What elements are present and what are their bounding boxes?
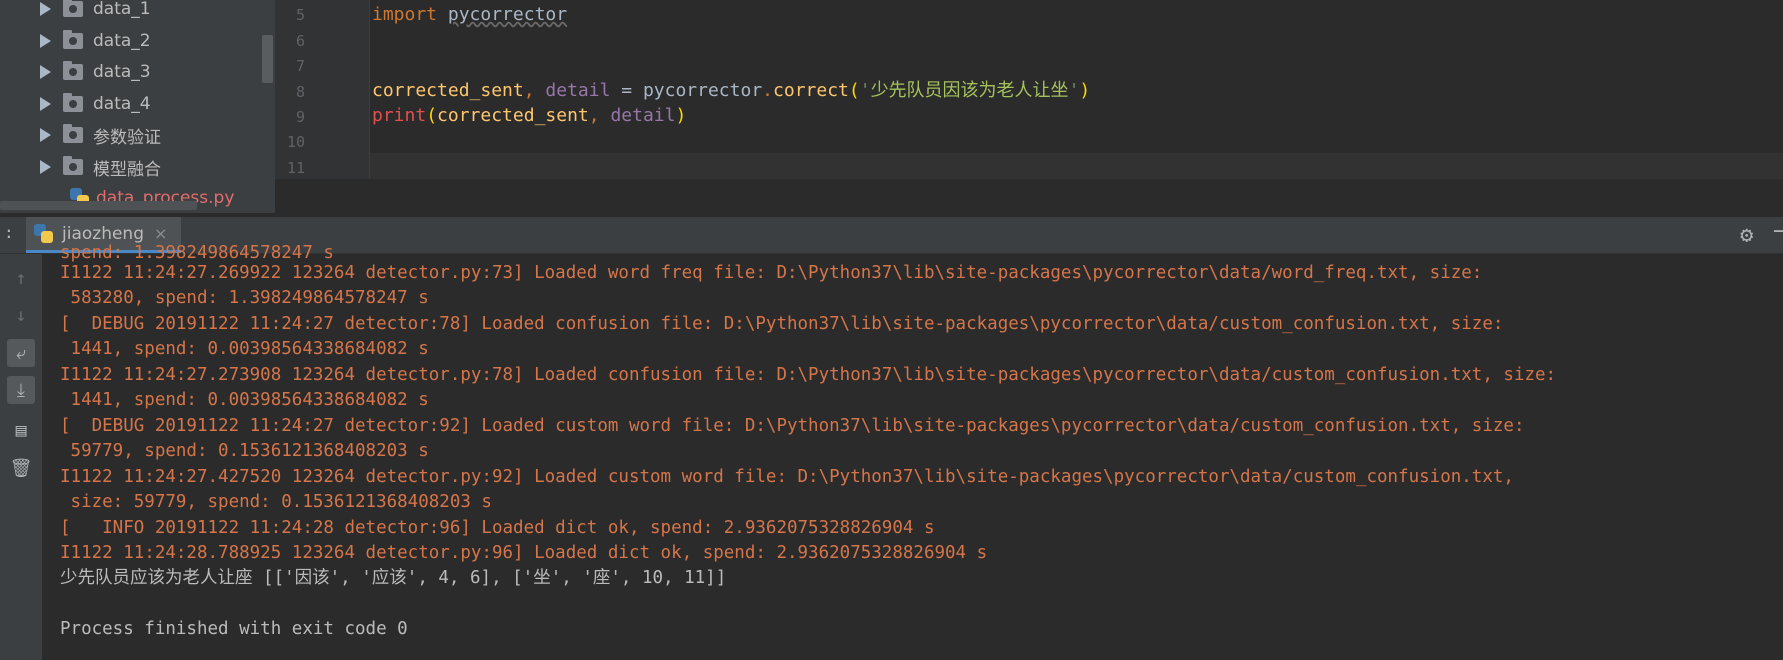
- code-line-8[interactable]: corrected_sent, detail = pycorrector.cor…: [372, 78, 1090, 104]
- arg-corrected-sent: corrected_sent: [437, 105, 589, 126]
- python-run-icon: [34, 223, 54, 244]
- line-number: 8: [295, 83, 305, 101]
- console-line: I1122 11:24:27.273908 123264 detector.py…: [60, 365, 1557, 385]
- code-line-9[interactable]: print(corrected_sent, detail): [372, 103, 686, 129]
- comma: ,: [523, 80, 546, 101]
- line-number: 11: [286, 159, 305, 177]
- expand-arrow-icon[interactable]: [40, 65, 51, 79]
- tree-horizontal-scrollbar[interactable]: [0, 201, 197, 210]
- line-number: 7: [295, 57, 305, 75]
- quote-close: ': [1068, 80, 1080, 101]
- tree-item-data-2[interactable]: data_2: [40, 28, 151, 54]
- expand-arrow-icon[interactable]: [40, 2, 51, 16]
- console-line: I1122 11:24:28.788925 123264 detector.py…: [60, 543, 988, 563]
- console-line: [ INFO 20191122 11:24:28 detector:96] Lo…: [60, 518, 935, 538]
- gear-icon[interactable]: ⚙: [1740, 223, 1753, 248]
- project-tree: data_1 data_2 data_3 data_4 参数验证 模型融合 da…: [0, 0, 275, 213]
- trash-icon[interactable]: 🗑: [7, 454, 35, 482]
- line-number: 6: [295, 32, 305, 50]
- minus-icon[interactable]: −: [1773, 219, 1783, 244]
- line-number: 9: [295, 108, 305, 126]
- console-line: I1122 11:24:27.269922 123264 detector.py…: [60, 263, 1483, 283]
- operator-assign: =: [610, 80, 643, 101]
- console-line: I1122 11:24:27.427520 123264 detector.py…: [60, 467, 1514, 487]
- tree-item-label: data_1: [93, 0, 151, 19]
- paren-open: (: [426, 105, 438, 126]
- console-toolbar: ↑ ↓ ⤶ ⤓ ▤ 🗑: [0, 254, 42, 660]
- run-console[interactable]: ↑ ↓ ⤶ ⤓ ▤ 🗑 spend: 1.398249864578247 s I…: [0, 243, 1783, 660]
- var-corrected-sent: corrected_sent: [372, 80, 524, 101]
- tree-item-model-fusion[interactable]: 模型融合: [40, 154, 161, 180]
- console-result-line: 少先队员应该为老人让座 [['因该', '应该', 4, 6], ['坐', '…: [60, 568, 727, 588]
- paren-open: (: [848, 80, 860, 101]
- tree-item-data-4[interactable]: data_4: [40, 91, 151, 117]
- module-name: pycorrector: [447, 4, 568, 25]
- dot: .: [762, 80, 774, 101]
- scroll-to-end-icon[interactable]: ⤓: [7, 376, 35, 404]
- console-line: 1441, spend: 0.00398564338684082 s: [60, 339, 429, 359]
- keyword-import: import: [372, 4, 438, 25]
- tree-item-label: data_2: [93, 31, 151, 51]
- code-editor[interactable]: 5 6 7 8 9 10 11 import pycorrector corre…: [275, 0, 1783, 179]
- tab-bar-colon: :: [4, 223, 14, 242]
- expand-arrow-icon[interactable]: [40, 160, 51, 174]
- tree-item-label: data_4: [93, 94, 151, 114]
- folder-icon: [63, 156, 83, 175]
- tree-vertical-scrollbar[interactable]: [262, 35, 273, 83]
- soft-wrap-icon[interactable]: ⤶: [7, 339, 35, 367]
- arrow-down-icon[interactable]: ↓: [7, 301, 35, 329]
- tree-item-data-3[interactable]: data_3: [40, 59, 151, 85]
- top-area: data_1 data_2 data_3 data_4 参数验证 模型融合 da…: [0, 0, 1783, 213]
- console-line: [ DEBUG 20191122 11:24:27 detector:92] L…: [60, 416, 1525, 436]
- tree-item-label: 参数验证: [93, 127, 161, 148]
- var-detail: detail: [545, 80, 611, 101]
- gutter-divider: [369, 0, 370, 179]
- object-pycorrector: pycorrector: [642, 80, 763, 101]
- console-line: [ DEBUG 20191122 11:24:27 detector:78] L…: [60, 314, 1504, 334]
- expand-arrow-icon[interactable]: [40, 128, 51, 142]
- comma: ,: [588, 105, 611, 126]
- expand-arrow-icon[interactable]: [40, 34, 51, 48]
- console-line: 59779, spend: 0.1536121368408203 s: [60, 441, 429, 461]
- method-correct: correct: [773, 80, 849, 101]
- folder-icon: [63, 124, 83, 143]
- folder-icon: [63, 30, 83, 49]
- folder-icon: [63, 0, 83, 17]
- line-number-gutter: 5 6 7 8 9 10 11: [275, 0, 369, 179]
- print-icon[interactable]: ▤: [7, 416, 35, 444]
- console-line: 583280, spend: 1.398249864578247 s: [60, 288, 429, 308]
- quote-open: ': [859, 80, 871, 101]
- folder-icon: [63, 93, 83, 112]
- console-line: 1441, spend: 0.00398564338684082 s: [60, 390, 429, 410]
- expand-arrow-icon[interactable]: [40, 97, 51, 111]
- arrow-up-icon[interactable]: ↑: [7, 264, 35, 292]
- tree-item-label: 模型融合: [93, 159, 161, 180]
- tree-item-label: data_3: [93, 62, 151, 82]
- code-line-5[interactable]: import pycorrector: [372, 2, 567, 28]
- builtin-print: print: [372, 105, 427, 126]
- folder-icon: [63, 61, 83, 80]
- line-number: 5: [295, 6, 305, 24]
- arg-detail: detail: [610, 105, 676, 126]
- console-line: size: 59779, spend: 0.1536121368408203 s: [60, 492, 492, 512]
- paren-close: ): [675, 105, 687, 126]
- paren-close: ): [1079, 80, 1091, 101]
- line-number: 10: [286, 133, 305, 151]
- tree-item-param-validation[interactable]: 参数验证: [40, 122, 161, 148]
- console-exit-line: Process finished with exit code 0: [60, 619, 408, 639]
- string-literal: 少先队员因该为老人让坐: [870, 80, 1069, 101]
- tree-item-data-1[interactable]: data_1: [40, 0, 151, 22]
- current-line-highlight: [369, 153, 1783, 179]
